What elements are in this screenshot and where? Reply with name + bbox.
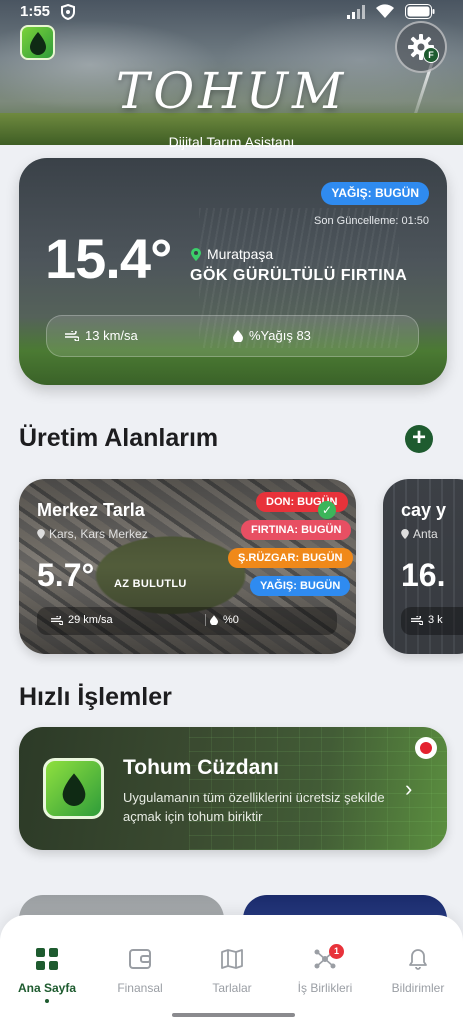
nav-item-fields[interactable]: Tarlalar: [186, 945, 278, 995]
wallet-description: Uygulamanın tüm özelliklerini ücretsiz ş…: [123, 790, 385, 824]
settings-button[interactable]: F: [395, 21, 447, 73]
app-logo-icon[interactable]: [20, 25, 55, 60]
grid-icon: [36, 948, 58, 970]
wallet-card[interactable]: Tohum Cüzdanı Uygulamanın tüm özellikler…: [19, 727, 447, 850]
nav-label: Finansal: [117, 981, 163, 995]
field-stats-bar: 3 k: [401, 607, 463, 635]
checkmark-icon: ✓: [318, 501, 336, 519]
field-rain-value: %0: [223, 614, 239, 626]
map-icon: [221, 949, 243, 969]
location-pin-icon: [401, 529, 409, 539]
field-wind-stat: 29 km/sa: [51, 614, 113, 626]
wifi-icon: [376, 4, 394, 19]
rain-stat: %Yağış 83: [233, 328, 311, 343]
wallet-icon: [129, 949, 151, 969]
wind-stat: 13 km/sa: [65, 328, 138, 343]
field-temperature: 16.: [401, 557, 446, 593]
wind-alert-pill: Ş.RÜZGAR: BUGÜN: [228, 548, 353, 568]
collaborations-badge: 1: [329, 944, 344, 959]
battery-icon: [405, 4, 435, 19]
weather-stats-bar: 13 km/sa %Yağış 83: [46, 315, 419, 357]
current-temperature: 15.4°: [45, 227, 172, 290]
rain-alert-pill: YAĞIŞ: BUGÜN: [321, 182, 429, 205]
quick-actions-title: Hızlı İşlemler: [19, 683, 172, 711]
seed-icon: [62, 772, 85, 806]
signal-icon: [347, 4, 365, 19]
field-name: Merkez Tarla: [37, 500, 145, 520]
rain-value: %Yağış 83: [249, 328, 311, 343]
storm-alert-pill: FIRTINA: BUGÜN: [241, 520, 352, 540]
field-temperature: 5.7°: [37, 557, 95, 593]
notification-dot-icon: [415, 737, 437, 759]
wind-icon: [411, 615, 423, 625]
weather-location: Muratpaşa: [191, 246, 273, 262]
bell-icon: [409, 949, 427, 970]
nav-label: Ana Sayfa: [17, 981, 77, 995]
home-indicator[interactable]: [172, 1013, 295, 1017]
brand-subtitle: Dijital Tarım Asistanı: [168, 134, 295, 150]
nav-item-collaborations[interactable]: İş Birlikleri: [279, 945, 371, 995]
nav-label: İş Birlikleri: [297, 981, 353, 995]
nav-item-notifications[interactable]: Bildirimler: [372, 945, 463, 995]
nav-label: Tarlalar: [212, 981, 252, 995]
droplet-icon: [233, 329, 243, 342]
wind-value: 13 km/sa: [85, 328, 138, 343]
nav-item-finance[interactable]: Finansal: [94, 945, 186, 995]
last-update-text: Son Güncelleme: 01:50: [314, 215, 429, 227]
location-label: Muratpaşa: [207, 246, 274, 262]
chevron-right-icon: ›: [405, 776, 413, 801]
nav-item-home[interactable]: Ana Sayfa: [1, 945, 93, 1003]
fields-section-title: Üretim Alanlarım: [19, 424, 219, 452]
nav-label: Bildirimler: [391, 981, 445, 995]
field-wind-value: 29 km/sa: [68, 614, 113, 626]
field-card[interactable]: Merkez Tarla Kars, Kars Merkez 5.7° AZ B…: [19, 479, 356, 654]
weather-card[interactable]: YAĞIŞ: BUGÜN Son Güncelleme: 01:50 15.4°…: [19, 158, 447, 385]
status-bar: 1:55: [0, 0, 463, 26]
location-pin-icon: [191, 247, 201, 261]
field-wind-value: 3 k: [428, 614, 443, 626]
wallet-logo-icon: [43, 758, 104, 819]
seed-icon: [29, 31, 46, 55]
brand-title: TOHUM: [115, 62, 348, 120]
wallet-title: Tohum Cüzdanı: [123, 756, 279, 779]
wind-icon: [65, 330, 79, 341]
rain-alert-pill: YAĞIŞ: BUGÜN: [250, 576, 351, 596]
field-location-label: Kars, Kars Merkez: [49, 527, 148, 541]
field-location: Anta: [401, 527, 438, 541]
plus-icon: +: [411, 424, 426, 451]
weather-condition: GÖK GÜRÜLTÜLÜ FIRTINA: [190, 267, 408, 284]
shield-icon: [61, 4, 75, 20]
field-wind-stat: 3 k: [411, 614, 443, 626]
field-location-label: Anta: [413, 527, 438, 541]
field-name: cay y: [401, 500, 447, 520]
field-card[interactable]: cay y Anta 16. 3 k: [383, 479, 463, 654]
location-pin-icon: [37, 529, 45, 539]
status-time: 1:55: [20, 3, 51, 20]
field-rain-stat: %0: [205, 614, 239, 626]
add-field-button[interactable]: +: [405, 425, 433, 453]
field-stats-bar: 29 km/sa %0: [37, 607, 337, 635]
field-location: Kars, Kars Merkez: [37, 527, 148, 541]
wind-icon: [51, 615, 63, 625]
droplet-icon: [210, 615, 218, 625]
field-condition: AZ BULUTLU: [114, 578, 187, 590]
active-indicator: [45, 999, 49, 1003]
bottom-nav: Ana Sayfa Finansal Tarlalar İş Birlikler…: [0, 915, 463, 1024]
profile-badge: F: [423, 47, 439, 63]
